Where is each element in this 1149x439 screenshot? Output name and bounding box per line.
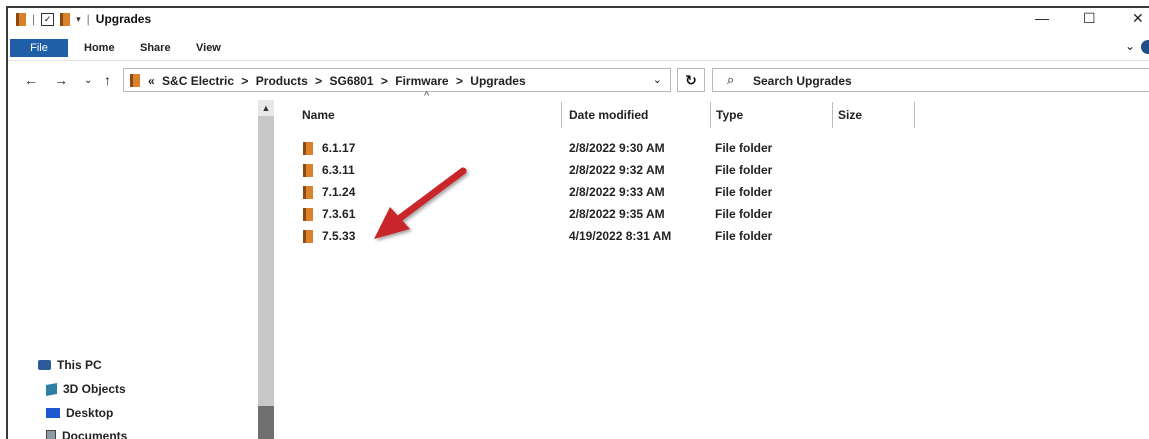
- file-name: 7.1.24: [322, 185, 355, 199]
- tab-file[interactable]: File: [10, 39, 68, 57]
- file-type: File folder: [715, 207, 772, 221]
- help-icon[interactable]: [1141, 40, 1149, 54]
- file-name: 6.1.17: [322, 141, 355, 155]
- pc-icon: [38, 360, 51, 370]
- file-date: 4/19/2022 8:31 AM: [569, 229, 671, 243]
- column-header-size[interactable]: Size: [838, 100, 862, 130]
- breadcrumb-separator[interactable]: >: [456, 74, 463, 88]
- scroll-up-button[interactable]: ▲: [258, 100, 274, 116]
- folder-icon: [303, 208, 313, 221]
- file-date: 2/8/2022 9:32 AM: [569, 163, 665, 177]
- file-name: 7.5.33: [322, 229, 355, 243]
- folder-icon: [303, 230, 313, 243]
- file-type: File folder: [715, 163, 772, 177]
- column-headers: ^ Name Date modified Type Size: [274, 100, 1149, 130]
- close-button[interactable]: ✕: [1132, 10, 1144, 27]
- tab-share[interactable]: Share: [140, 39, 171, 57]
- tab-view[interactable]: View: [196, 39, 221, 57]
- up-button[interactable]: ↑: [104, 72, 111, 88]
- folder-icon: [303, 142, 313, 155]
- separator: |: [32, 12, 35, 26]
- breadcrumb-separator[interactable]: >: [241, 74, 248, 88]
- file-type: File folder: [715, 185, 772, 199]
- nav-item-label: 3D Objects: [63, 382, 126, 396]
- desktop-icon: [46, 408, 60, 418]
- file-date: 2/8/2022 9:30 AM: [569, 141, 665, 155]
- breadcrumb-item-sg6801[interactable]: SG6801: [329, 74, 373, 88]
- folder-icon: [303, 186, 313, 199]
- refresh-button[interactable]: ↻: [677, 68, 705, 92]
- nav-item-desktop[interactable]: Desktop: [46, 406, 113, 420]
- separator: |: [87, 12, 90, 26]
- window-title: Upgrades: [96, 12, 151, 26]
- breadcrumb-overflow[interactable]: «: [148, 74, 155, 88]
- back-button[interactable]: ←: [24, 72, 38, 88]
- nav-pane-scrollbar[interactable]: ▲: [258, 100, 274, 439]
- nav-item-this-pc[interactable]: This PC: [38, 358, 102, 372]
- search-box[interactable]: ⌕: [712, 68, 1149, 92]
- customize-dropdown-icon[interactable]: ▾: [76, 14, 81, 25]
- search-icon: ⌕: [727, 72, 734, 88]
- column-divider[interactable]: [710, 102, 711, 128]
- red-arrow-annotation: [368, 163, 478, 248]
- expand-ribbon-icon[interactable]: ⌄: [1125, 39, 1135, 53]
- documents-icon: [46, 430, 56, 439]
- new-folder-icon[interactable]: [60, 13, 70, 26]
- breadcrumb: « S&C Electric > Products > SG6801 > Fir…: [148, 74, 530, 88]
- minimize-button[interactable]: —: [1035, 10, 1049, 26]
- breadcrumb-item-upgrades[interactable]: Upgrades: [470, 74, 525, 88]
- sort-ascending-icon: ^: [424, 90, 429, 102]
- column-header-name[interactable]: Name: [302, 100, 335, 130]
- folder-icon: [303, 164, 313, 177]
- breadcrumb-separator[interactable]: >: [315, 74, 322, 88]
- nav-item-3d-objects[interactable]: 3D Objects: [46, 382, 126, 396]
- column-header-type[interactable]: Type: [716, 100, 743, 130]
- nav-item-label: This PC: [57, 358, 102, 372]
- file-name: 7.3.61: [322, 207, 355, 221]
- list-item[interactable]: 6.1.17 2/8/2022 9:30 AM File folder: [274, 138, 914, 160]
- ribbon-tabs: File Home Share View ⌄: [8, 36, 1149, 61]
- properties-check-icon[interactable]: ✓: [41, 13, 54, 26]
- file-name: 6.3.11: [322, 163, 355, 177]
- address-row: ← → ⌄ ↑ « S&C Electric > Products > SG68…: [8, 66, 1149, 96]
- address-bar[interactable]: « S&C Electric > Products > SG6801 > Fir…: [123, 68, 671, 92]
- breadcrumb-item-sc-electric[interactable]: S&C Electric: [162, 74, 234, 88]
- column-divider[interactable]: [914, 102, 915, 128]
- column-divider[interactable]: [561, 102, 562, 128]
- address-dropdown-icon[interactable]: ⌄: [653, 73, 662, 86]
- breadcrumb-item-firmware[interactable]: Firmware: [395, 74, 448, 88]
- recent-locations-button[interactable]: ⌄: [84, 75, 92, 86]
- nav-item-label: Desktop: [66, 406, 113, 420]
- arrow-shaft: [396, 171, 463, 221]
- title-bar: | ✓ ▾ | Upgrades — ☐ ✕: [8, 8, 1149, 34]
- tab-home[interactable]: Home: [84, 39, 115, 57]
- file-type: File folder: [715, 141, 772, 155]
- scroll-track[interactable]: [258, 406, 274, 439]
- file-explorer-window: | ✓ ▾ | Upgrades — ☐ ✕ File Home Share V…: [6, 6, 1149, 439]
- file-type: File folder: [715, 229, 772, 243]
- folder-icon: [16, 13, 26, 26]
- 3d-objects-icon: [46, 383, 57, 396]
- column-header-date-modified[interactable]: Date modified: [569, 100, 648, 130]
- maximize-button[interactable]: ☐: [1083, 10, 1096, 27]
- search-input[interactable]: [751, 72, 1135, 90]
- breadcrumb-separator[interactable]: >: [381, 74, 388, 88]
- scroll-thumb[interactable]: [258, 116, 274, 406]
- breadcrumb-item-products[interactable]: Products: [256, 74, 308, 88]
- quick-access-toolbar: | ✓ ▾ | Upgrades: [16, 12, 151, 26]
- forward-button[interactable]: →: [54, 72, 68, 88]
- file-date: 2/8/2022 9:35 AM: [569, 207, 665, 221]
- folder-icon: [130, 74, 140, 87]
- file-date: 2/8/2022 9:33 AM: [569, 185, 665, 199]
- nav-item-documents[interactable]: Documents: [46, 429, 127, 439]
- column-divider[interactable]: [832, 102, 833, 128]
- navigation-pane: This PC 3D Objects Desktop Documents: [8, 100, 258, 439]
- nav-item-label: Documents: [62, 429, 127, 439]
